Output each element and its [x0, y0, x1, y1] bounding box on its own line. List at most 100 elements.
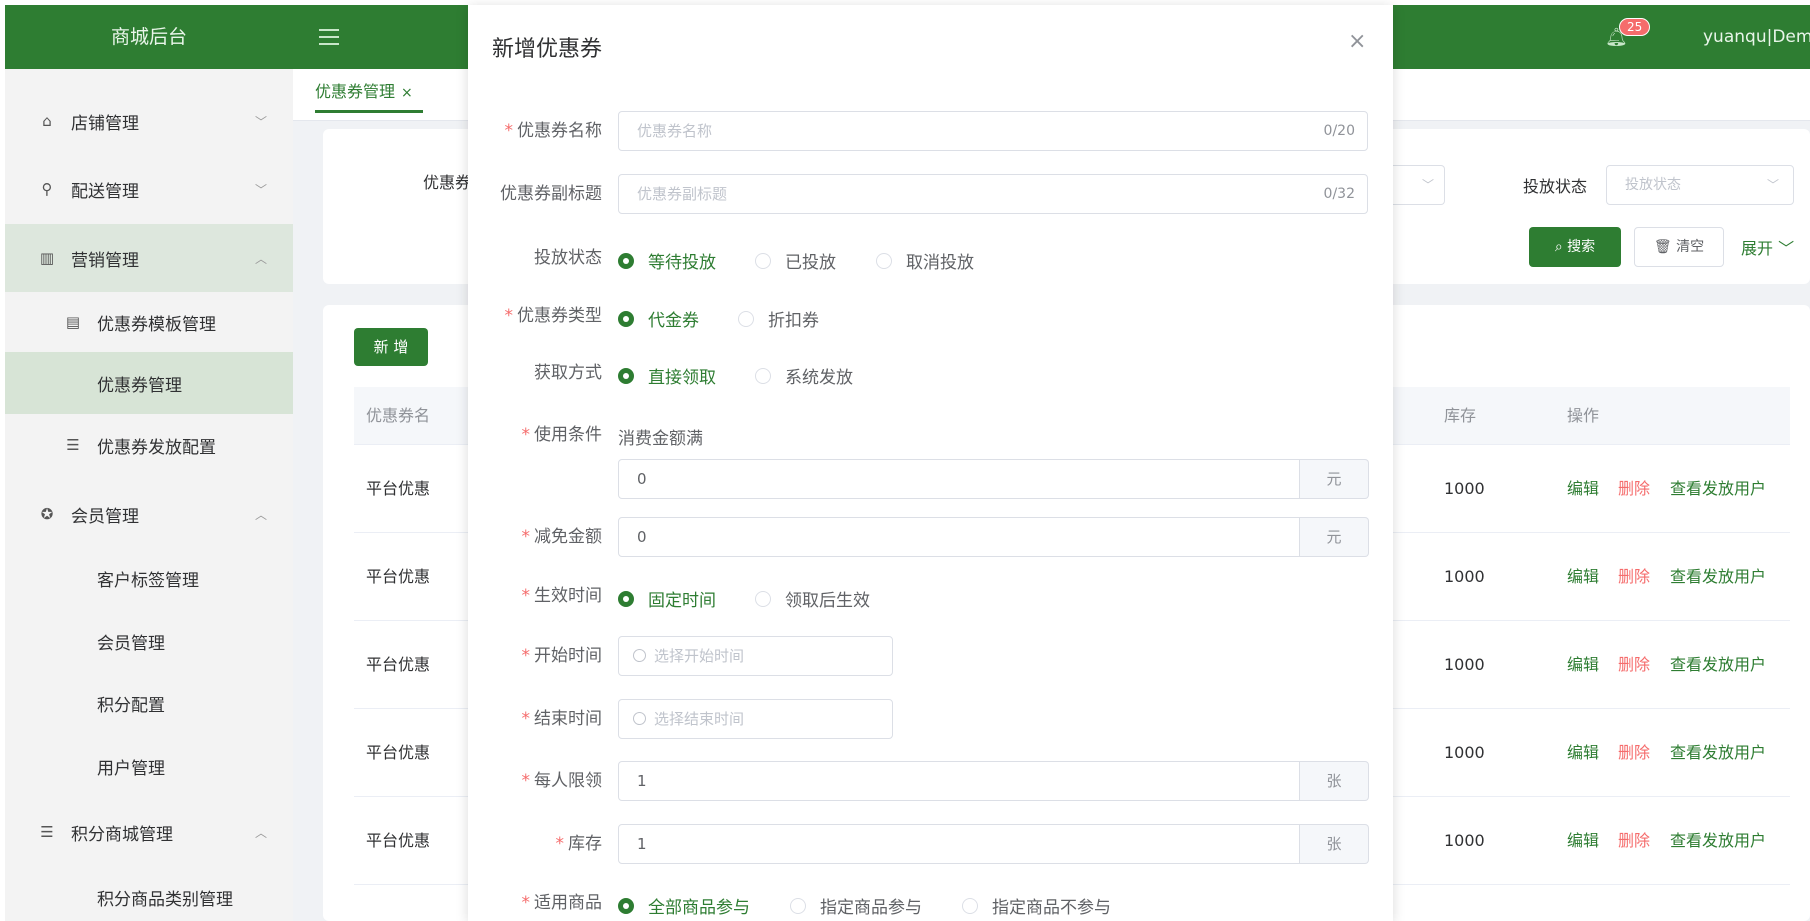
view-users-link[interactable]: 查看发放用户 [1670, 797, 1766, 885]
chevron-up-icon: ︿ [255, 251, 268, 266]
cell-name: 平台优惠 [366, 743, 431, 762]
chevron-down-icon: ﹀ [1766, 178, 1779, 192]
cell-stock: 1000 [1444, 743, 1485, 762]
app-logo: 商城后台 [110, 26, 187, 48]
menu-toggle-icon[interactable] [319, 29, 339, 47]
radio-type-discount[interactable]: 折扣券 [738, 306, 819, 331]
sidebar-item-label: 优惠券发放配置 [97, 437, 216, 458]
sidebar-item-store[interactable]: ⌂ 店铺管理 ﹀ [5, 87, 293, 155]
clock-icon [633, 649, 646, 662]
edit-link[interactable]: 编辑 [1567, 621, 1599, 709]
form-row-limit: * 每人限领 1 张 [468, 761, 1393, 801]
sidebar-item-points-mall[interactable]: ☰ 积分商城管理 ︿ [5, 798, 293, 866]
document-icon: ▤ [65, 313, 81, 331]
sidebar-item-coupon-manage[interactable]: 优惠券管理 [5, 352, 293, 414]
sidebar-item-user-manage[interactable]: 用户管理 [5, 735, 293, 797]
chart-icon: ▥ [39, 249, 55, 267]
form-row-type: * 优惠券类型 代金券 折扣券 [468, 296, 1393, 336]
cell-name: 平台优惠 [366, 479, 431, 498]
column-header-ops: 操作 [1567, 406, 1600, 425]
radio-goods-exclude[interactable]: 指定商品不参与 [962, 893, 1111, 918]
sidebar-item-coupon-issue[interactable]: ☰ 优惠券发放配置 [5, 414, 293, 476]
edit-link[interactable]: 编辑 [1567, 445, 1599, 533]
sidebar-item-label: 积分配置 [97, 695, 165, 716]
clear-button[interactable]: 🗑︎ 清空 [1634, 227, 1724, 267]
sidebar-item-label: 客户标签管理 [97, 570, 199, 591]
sidebar-item-marketing[interactable]: ▥ 营销管理 ︿ [5, 224, 293, 292]
delete-link[interactable]: 删除 [1618, 445, 1650, 533]
placeholder: 优惠券副标题 [637, 185, 728, 203]
end-time-picker[interactable]: 选择结束时间 [618, 699, 893, 739]
radio-type-cash[interactable]: 代金券 [618, 306, 699, 331]
unit-label: 张 [1300, 824, 1369, 864]
clear-button-label: 清空 [1676, 239, 1705, 255]
search-button[interactable]: ⌕ 搜索 [1529, 227, 1621, 267]
radio-obtain-direct[interactable]: 直接领取 [618, 363, 716, 388]
radio-status-issued[interactable]: 已投放 [755, 248, 836, 273]
cell-stock: 1000 [1444, 831, 1485, 850]
delete-link[interactable]: 删除 [1618, 533, 1650, 621]
radio-status-cancelled[interactable]: 取消投放 [876, 248, 974, 273]
close-icon[interactable]: × [401, 85, 413, 101]
status-select[interactable]: 投放状态 ﹀ [1606, 165, 1794, 205]
chevron-down-icon: ﹀ [1421, 178, 1434, 192]
start-time-picker[interactable]: 选择开始时间 [618, 636, 893, 676]
radio-effective-after[interactable]: 领取后生效 [755, 586, 870, 611]
field-label: * 减免金额 [521, 527, 603, 547]
radio-goods-all[interactable]: 全部商品参与 [618, 893, 750, 918]
sidebar-item-points-config[interactable]: 积分配置 [5, 672, 293, 734]
condition-amount-input[interactable]: 0 [618, 459, 1300, 499]
unit-label: 元 [1300, 459, 1369, 499]
list-icon: ☰ [66, 436, 80, 454]
coupon-name-input[interactable]: 优惠券名称 0/20 [618, 111, 1368, 151]
form-row-effective: * 生效时间 固定时间 领取后生效 [468, 576, 1393, 616]
discount-amount-input[interactable]: 0 [618, 517, 1300, 557]
tab-coupon-manage[interactable]: 优惠券管理 × [315, 77, 423, 113]
notification-badge: 25 [1619, 18, 1651, 36]
sidebar-item-member-manage[interactable]: 会员管理 [5, 610, 293, 672]
sidebar-item-delivery[interactable]: ⚲ 配送管理 ﹀ [5, 155, 293, 223]
form-row-name: * 优惠券名称 优惠券名称 0/20 [468, 111, 1393, 151]
close-icon[interactable]: × [1348, 31, 1366, 53]
clock-icon [633, 712, 646, 725]
sidebar-item-label: 优惠券管理 [97, 375, 182, 396]
expand-button[interactable]: 展开 ﹀ [1741, 235, 1794, 259]
stock-input[interactable]: 1 [618, 824, 1300, 864]
field-label: * 使用条件 [521, 425, 603, 445]
sidebar-item-label: 积分商品类别管理 [97, 889, 233, 910]
radio-goods-include[interactable]: 指定商品参与 [790, 893, 922, 918]
field-label: * 优惠券类型 [504, 306, 603, 326]
edit-link[interactable]: 编辑 [1567, 533, 1599, 621]
limit-input[interactable]: 1 [618, 761, 1300, 801]
tab-label: 优惠券管理 [315, 82, 396, 101]
add-coupon-button[interactable]: 新 增 [354, 328, 428, 366]
form-row-start: * 开始时间 选择开始时间 [468, 636, 1393, 676]
edit-link[interactable]: 编辑 [1567, 709, 1599, 797]
coupon-subtitle-input[interactable]: 优惠券副标题 0/32 [618, 174, 1368, 214]
delete-link[interactable]: 删除 [1618, 621, 1650, 709]
view-users-link[interactable]: 查看发放用户 [1670, 709, 1766, 797]
cell-name: 平台优惠 [366, 831, 431, 850]
view-users-link[interactable]: 查看发放用户 [1670, 533, 1766, 621]
sidebar-item-coupon-template[interactable]: ▤ 优惠券模板管理 [5, 292, 293, 352]
sidebar-item-customer-tag[interactable]: 客户标签管理 [5, 547, 293, 609]
radio-effective-fixed[interactable]: 固定时间 [618, 586, 716, 611]
user-name[interactable]: yuanqu|Demo [1703, 5, 1810, 69]
list-icon: ☰ [40, 823, 54, 841]
edit-link[interactable]: 编辑 [1567, 797, 1599, 885]
delete-link[interactable]: 删除 [1618, 797, 1650, 885]
view-users-link[interactable]: 查看发放用户 [1670, 445, 1766, 533]
sidebar-item-member[interactable]: ✪ 会员管理 ︿ [5, 480, 293, 548]
sidebar-item-points-category[interactable]: 积分商品类别管理 [5, 866, 293, 921]
sidebar: ⌂ 店铺管理 ﹀ ⚲ 配送管理 ﹀ ▥ 营销管理 ︿ ▤ 优惠券模板管理 优惠券… [5, 69, 293, 921]
radio-status-waiting[interactable]: 等待投放 [618, 248, 716, 273]
condition-text: 消费金额满 [618, 429, 703, 449]
view-users-link[interactable]: 查看发放用户 [1670, 621, 1766, 709]
add-coupon-dialog: 新增优惠券 × * 优惠券名称 优惠券名称 0/20 优惠券副标题 优惠券副标题 … [468, 5, 1393, 921]
column-header-name: 优惠券名 [366, 406, 431, 425]
delete-link[interactable]: 删除 [1618, 709, 1650, 797]
form-row-subtitle: 优惠券副标题 优惠券副标题 0/32 [468, 174, 1393, 214]
radio-obtain-system[interactable]: 系统发放 [755, 363, 853, 388]
field-label: * 适用商品 [521, 893, 603, 913]
cell-stock: 1000 [1444, 655, 1485, 674]
